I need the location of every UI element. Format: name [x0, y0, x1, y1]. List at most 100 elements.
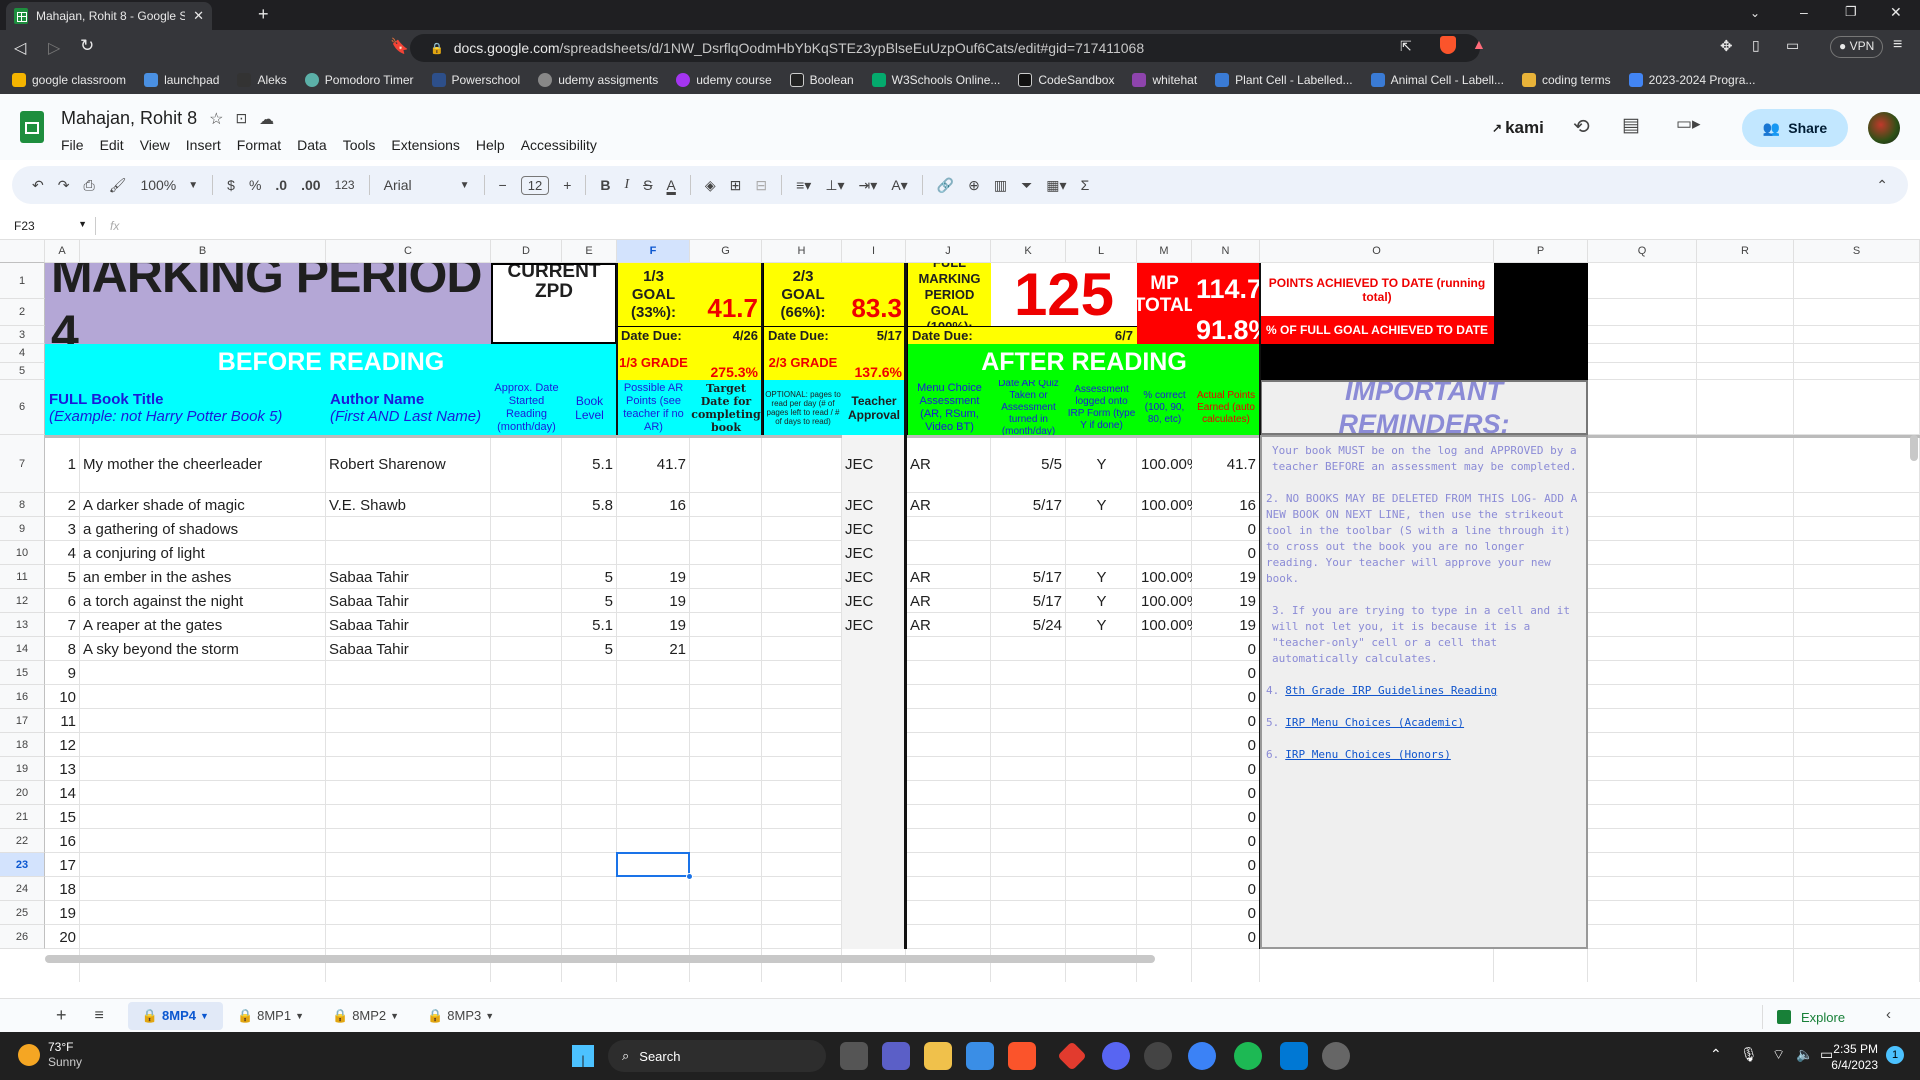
book-author[interactable] [326, 829, 491, 853]
date-started[interactable] [491, 435, 562, 493]
target-date[interactable] [690, 877, 762, 901]
app-icon[interactable] [1188, 1042, 1216, 1070]
date-started[interactable] [491, 493, 562, 517]
pages-per-day[interactable] [762, 709, 842, 733]
target-date[interactable] [690, 517, 762, 541]
book-level[interactable] [562, 709, 617, 733]
bookmark-item[interactable]: google classroom [12, 73, 126, 87]
column-header[interactable]: I [842, 240, 906, 263]
menu-choice[interactable]: AR [906, 565, 991, 589]
date-ar[interactable] [991, 709, 1066, 733]
pages-per-day[interactable] [762, 829, 842, 853]
percent-correct[interactable] [1137, 733, 1192, 757]
text-wrap-icon[interactable]: ⇥▾ [859, 177, 878, 194]
ar-points[interactable]: 16 [617, 493, 690, 517]
horizontal-align-icon[interactable]: ≡▾ [796, 177, 811, 194]
brave-icon[interactable] [1008, 1042, 1036, 1070]
logged[interactable] [1066, 517, 1137, 541]
pages-per-day[interactable] [762, 781, 842, 805]
bookmark-item[interactable]: whitehat [1132, 73, 1197, 87]
collapse-toolbar-icon[interactable]: ⌃ [1876, 177, 1888, 194]
menu-choice[interactable]: AR [906, 435, 991, 493]
zoom-select[interactable]: 100% ▼ [140, 177, 198, 193]
ar-points[interactable]: 19 [617, 589, 690, 613]
bookmark-item[interactable]: Boolean [789, 73, 854, 87]
row-header[interactable]: 25 [0, 901, 45, 925]
book-level[interactable]: 5.1 [562, 613, 617, 637]
book-author[interactable] [326, 853, 491, 877]
menu-view[interactable]: View [140, 137, 170, 153]
logged[interactable] [1066, 685, 1137, 709]
row-header[interactable]: 15 [0, 661, 45, 685]
italic-icon[interactable]: I [625, 177, 630, 193]
bookmark-item[interactable]: Powerschool [431, 73, 520, 87]
wifi-icon[interactable]: ⌔ [1772, 1046, 1785, 1064]
logged[interactable]: Y [1066, 589, 1137, 613]
book-author[interactable] [326, 805, 491, 829]
column-header[interactable]: M [1137, 240, 1192, 263]
date-started[interactable] [491, 877, 562, 901]
filter-icon[interactable]: ⏷ [1021, 177, 1032, 194]
sheet-tab-8mp1[interactable]: 🔒 8MP1 ▼ [223, 1002, 318, 1030]
add-sheet-icon[interactable]: + [56, 1005, 67, 1026]
menu-data[interactable]: Data [297, 137, 327, 153]
menu-choice[interactable] [906, 805, 991, 829]
percent-correct[interactable] [1137, 805, 1192, 829]
row-header[interactable]: 18 [0, 733, 45, 757]
pages-per-day[interactable] [762, 613, 842, 637]
ar-points[interactable]: 19 [617, 565, 690, 589]
pages-per-day[interactable] [762, 661, 842, 685]
ar-points[interactable] [617, 685, 690, 709]
side-panel-toggle-icon[interactable]: ‹ [1886, 1006, 1891, 1023]
logged[interactable] [1066, 733, 1137, 757]
filter-views-icon[interactable]: ▦▾ [1046, 177, 1066, 194]
pages-per-day[interactable] [762, 805, 842, 829]
date-started[interactable] [491, 901, 562, 925]
book-title[interactable]: a gathering of shadows [80, 517, 326, 541]
target-date[interactable] [690, 589, 762, 613]
bookmark-item[interactable]: 2023-2024 Progra... [1628, 73, 1755, 87]
logged[interactable]: Y [1066, 435, 1137, 493]
tab-search-icon[interactable]: ⌄ [1750, 6, 1760, 20]
book-level[interactable]: 5 [562, 637, 617, 661]
menu-choice[interactable]: AR [906, 493, 991, 517]
horizontal-scrollbar[interactable] [45, 955, 1155, 963]
book-author[interactable]: Robert Sharenow [326, 435, 491, 493]
menu-choice[interactable] [906, 877, 991, 901]
url-field[interactable]: 🔒 docs.google.com /spreadsheets/d/1NW_Ds… [410, 34, 1480, 62]
fill-color-icon[interactable]: ◈ [705, 177, 716, 194]
decrease-decimal-button[interactable]: .0 [275, 177, 287, 193]
date-ar[interactable] [991, 517, 1066, 541]
red-app-icon[interactable] [1057, 1041, 1087, 1071]
menu-choice[interactable] [906, 637, 991, 661]
close-tab-icon[interactable]: ✕ [193, 8, 204, 24]
date-ar[interactable] [991, 901, 1066, 925]
share-button[interactable]: 👥 Share [1742, 109, 1848, 147]
logged[interactable] [1066, 853, 1137, 877]
book-title[interactable]: a torch against the night [80, 589, 326, 613]
pages-per-day[interactable] [762, 637, 842, 661]
percent-correct[interactable] [1137, 877, 1192, 901]
pages-per-day[interactable] [762, 757, 842, 781]
date-started[interactable] [491, 925, 562, 949]
reload-icon[interactable]: ↻ [80, 36, 94, 56]
book-title[interactable]: My mother the cheerleader [80, 435, 326, 493]
move-icon[interactable]: ⊡ [235, 110, 247, 127]
date-ar[interactable]: 5/24 [991, 613, 1066, 637]
date-ar[interactable] [991, 733, 1066, 757]
menu-choice[interactable] [906, 901, 991, 925]
row-header[interactable]: 10 [0, 541, 45, 565]
menu-extensions[interactable]: Extensions [391, 137, 459, 153]
book-level[interactable]: 5 [562, 589, 617, 613]
pages-per-day[interactable] [762, 589, 842, 613]
book-author[interactable] [326, 925, 491, 949]
date-started[interactable] [491, 541, 562, 565]
new-tab-icon[interactable]: + [258, 4, 269, 25]
date-started[interactable] [491, 829, 562, 853]
logged[interactable]: Y [1066, 493, 1137, 517]
spotify-icon[interactable] [1234, 1042, 1262, 1070]
book-level[interactable] [562, 877, 617, 901]
start-icon[interactable] [572, 1045, 594, 1067]
menu-choice[interactable] [906, 541, 991, 565]
sidebar-icon[interactable]: ▯ [1752, 37, 1760, 54]
